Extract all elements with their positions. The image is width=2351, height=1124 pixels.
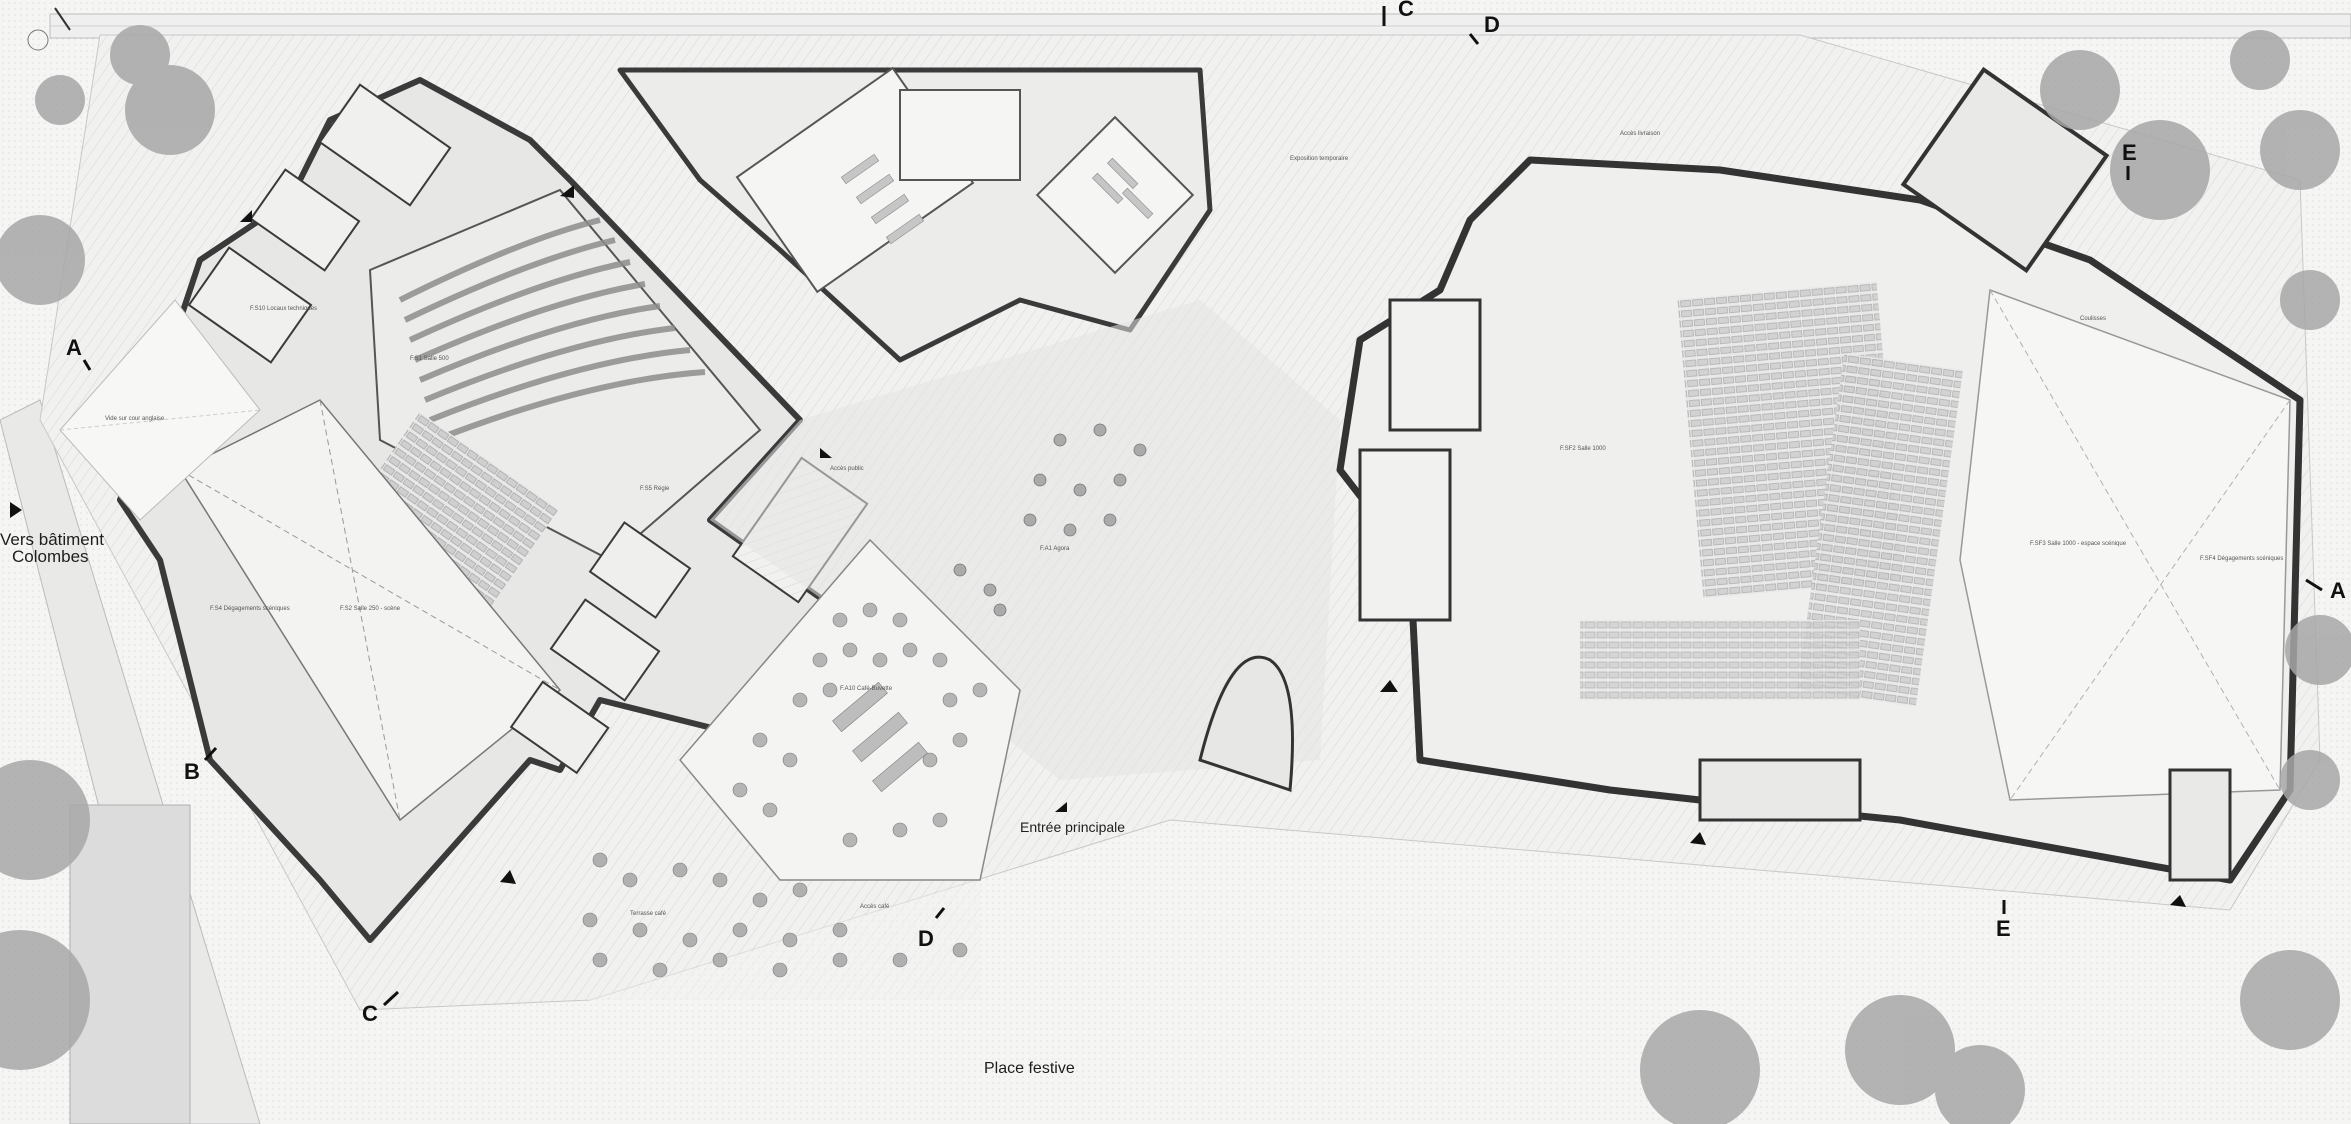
room-label-salle-250: F.S2 Salle 250 - scène <box>340 606 401 612</box>
neighbour-building <box>69 804 191 1124</box>
room-label-degagements-left: F.S4 Dégagements scéniques <box>210 606 290 612</box>
room-label-salle-1000-espace: F.SF3 Salle 1000 - espace scénique <box>2030 541 2127 547</box>
room-label-locaux-tech: F.S10 Locaux techniques <box>250 306 317 312</box>
room-label-exposition: Exposition temporaire <box>1290 156 1349 162</box>
section-mark-d-bottom: D <box>918 926 934 951</box>
label-entree-principale: Entrée principale <box>1020 819 1125 835</box>
floor-plan: F.S1 Salle 500 F.S2 Salle 250 - scène F.… <box>0 0 2351 1124</box>
room-label-vide-sur-cour: Vide sur cour anglaise <box>105 416 165 422</box>
room-label-salle-500: F.S1 Salle 500 <box>410 356 449 362</box>
section-mark-a-left: A <box>66 335 82 360</box>
section-mark-d-top: D <box>1484 12 1500 37</box>
room-label-cafe: F.A10 Café-Buvette <box>840 686 893 692</box>
room-label-degagements-right: F.SF4 Dégagements scéniques <box>2200 556 2283 562</box>
section-mark-c-top: C <box>1398 0 1414 21</box>
room-label-acces-public: Accès public <box>830 466 864 472</box>
section-mark-e-bottom: E <box>1996 916 2011 941</box>
section-mark-c-bottom: C <box>362 1001 378 1026</box>
room-label-agora: F.A1 Agora <box>1040 546 1070 552</box>
label-colombes: Colombes <box>12 547 89 566</box>
room-label-salle-1000: F.SF2 Salle 1000 <box>1560 446 1606 452</box>
section-mark-e-top: E <box>2122 140 2137 165</box>
room-label-acces-livraison: Accès livraison <box>1620 131 1660 137</box>
room-label-terrasse-cafe: Terrasse café <box>630 911 667 917</box>
room-label-acces-cafe: Accès café <box>860 904 890 910</box>
room-label-coulisses: Coulisses <box>2080 316 2106 322</box>
section-mark-b: B <box>184 759 200 784</box>
section-mark-a-right: A <box>2330 578 2346 603</box>
label-place-festive: Place festive <box>984 1060 1075 1077</box>
room-label-regie: F.S5 Régie <box>640 486 670 492</box>
